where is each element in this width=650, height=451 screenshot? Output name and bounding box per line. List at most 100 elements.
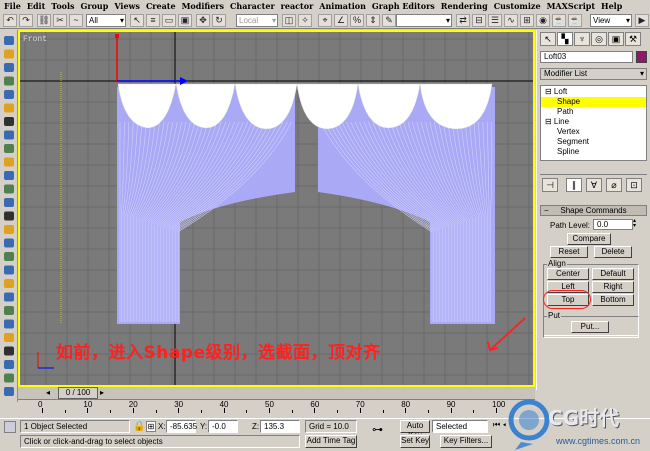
auto-key-button[interactable]: Auto Key bbox=[400, 420, 430, 440]
render-type-dropdown[interactable]: View bbox=[590, 14, 632, 27]
material-editor-icon[interactable]: ◉ bbox=[536, 14, 550, 27]
motion-tab-icon[interactable]: ◎ bbox=[591, 32, 607, 46]
path-level-input[interactable]: 0.0 bbox=[593, 219, 633, 230]
time-scrubber[interactable]: 0 / 100 bbox=[58, 387, 98, 399]
absolute-mode-icon[interactable]: ⊞ bbox=[146, 421, 156, 432]
left-tool-icon-20[interactable] bbox=[4, 306, 14, 315]
menu-rendering[interactable]: Rendering bbox=[441, 1, 488, 11]
menu-modifiers[interactable]: Modifiers bbox=[182, 1, 224, 11]
left-tool-icon-15[interactable] bbox=[4, 238, 14, 248]
track-bar[interactable]: 0 10 20 30 40 50 60 70 80 90 100 bbox=[18, 399, 535, 413]
select-rotate-icon[interactable]: ↻ bbox=[212, 14, 226, 27]
percent-snap-icon[interactable]: % bbox=[350, 14, 364, 27]
menu-maxscript[interactable]: MAXScript bbox=[547, 1, 595, 11]
object-color-swatch[interactable] bbox=[636, 51, 647, 63]
delete-button[interactable]: Delete bbox=[594, 246, 632, 258]
left-tool-icon-18[interactable] bbox=[4, 279, 14, 288]
link-icon[interactable]: ⛓ bbox=[37, 14, 51, 27]
align-bottom-button[interactable]: Bottom bbox=[592, 294, 634, 306]
stack-item-loft[interactable]: ⊟ Loft bbox=[541, 87, 646, 97]
remove-modifier-icon[interactable]: ⌀ bbox=[606, 178, 622, 192]
lock-selection-icon[interactable]: 🔒 bbox=[133, 421, 145, 432]
unlink-icon[interactable]: ✂ bbox=[53, 14, 67, 27]
quick-render-icon[interactable]: ☕ bbox=[568, 14, 582, 27]
next-frame-icon[interactable]: ▸ bbox=[100, 388, 104, 397]
left-tool-icon-1[interactable] bbox=[4, 49, 14, 59]
angle-snap-icon[interactable]: ∠ bbox=[334, 14, 348, 27]
compare-button[interactable]: Compare bbox=[567, 233, 611, 245]
utilities-tab-icon[interactable]: ⚒ bbox=[625, 32, 641, 46]
left-tool-icon-14[interactable] bbox=[4, 225, 14, 234]
reset-button[interactable]: Reset bbox=[550, 246, 588, 258]
pivot-center-icon[interactable]: ◫ bbox=[282, 14, 296, 27]
menu-graph-editors[interactable]: Graph Editors bbox=[372, 1, 435, 11]
layer-manager-icon[interactable]: ☰ bbox=[488, 14, 502, 27]
left-tool-icon-10[interactable] bbox=[4, 171, 14, 180]
menu-tools[interactable]: Tools bbox=[51, 1, 74, 11]
viewport-label[interactable]: Front bbox=[23, 35, 47, 44]
left-tool-icon-22[interactable] bbox=[4, 333, 14, 342]
left-tool-icon-24[interactable] bbox=[4, 360, 14, 369]
left-tool-icon-13[interactable] bbox=[4, 211, 14, 221]
select-by-name-icon[interactable]: ≡ bbox=[146, 14, 160, 27]
front-viewport[interactable]: Front 如前，进入Shape级别，选截面，顶对齐 bbox=[18, 30, 535, 387]
left-tool-icon-25[interactable] bbox=[4, 373, 14, 383]
left-tool-icon-16[interactable] bbox=[4, 252, 14, 261]
y-coordinate-field[interactable]: -0.0 bbox=[208, 420, 238, 433]
align-right-button[interactable]: Right bbox=[592, 281, 634, 293]
configure-sets-icon[interactable]: ⊡ bbox=[626, 178, 642, 192]
key-filters-button[interactable]: Key Filters... bbox=[440, 435, 492, 448]
hierarchy-tab-icon[interactable]: ♆ bbox=[574, 32, 590, 46]
modifier-list-dropdown[interactable]: Modifier List ▾ bbox=[540, 68, 647, 80]
left-tool-icon-7[interactable] bbox=[4, 130, 14, 140]
align-icon[interactable]: ⊟ bbox=[472, 14, 486, 27]
left-tool-icon-5[interactable] bbox=[4, 103, 14, 113]
left-tool-icon-26[interactable] bbox=[4, 387, 14, 396]
set-key-button[interactable]: Set Key bbox=[400, 435, 430, 448]
left-tool-icon-0[interactable] bbox=[4, 36, 14, 45]
align-default-button[interactable]: Default bbox=[592, 268, 634, 280]
go-to-start-icon[interactable]: ⏮ bbox=[493, 420, 500, 429]
left-tool-icon-4[interactable] bbox=[4, 90, 14, 99]
stack-item-line[interactable]: ⊟ Line bbox=[541, 117, 646, 127]
left-tool-icon-3[interactable] bbox=[4, 76, 14, 86]
menu-character[interactable]: Character bbox=[230, 1, 275, 11]
menu-reactor[interactable]: reactor bbox=[281, 1, 314, 11]
left-toolbar-icons[interactable] bbox=[0, 30, 18, 402]
rect-selection-icon[interactable]: ▭ bbox=[162, 14, 176, 27]
menu-animation[interactable]: Animation bbox=[319, 1, 366, 11]
rollout-header[interactable]: − Shape Commands bbox=[540, 205, 647, 216]
select-manipulate-icon[interactable]: ✧ bbox=[298, 14, 312, 27]
stack-item-spline[interactable]: Spline bbox=[541, 147, 646, 157]
left-tool-icon-9[interactable] bbox=[4, 157, 14, 167]
modify-tab-icon[interactable]: ▚ bbox=[557, 32, 573, 46]
select-move-icon[interactable]: ✥ bbox=[196, 14, 210, 27]
menu-edit[interactable]: Edit bbox=[27, 1, 45, 11]
menu-customize[interactable]: Customize bbox=[494, 1, 541, 11]
left-tool-icon-11[interactable] bbox=[4, 184, 14, 194]
redo-icon[interactable]: ↷ bbox=[19, 14, 33, 27]
maxscript-listener-icon[interactable] bbox=[4, 421, 16, 433]
left-tool-icon-17[interactable] bbox=[4, 265, 14, 275]
bind-space-warp-icon[interactable]: ~ bbox=[69, 14, 83, 27]
left-tool-icon-6[interactable] bbox=[4, 117, 14, 126]
left-tool-icon-2[interactable] bbox=[4, 63, 14, 72]
menu-help[interactable]: Help bbox=[601, 1, 622, 11]
add-time-tag-button[interactable]: Add Time Tag bbox=[305, 435, 357, 448]
left-tool-icon-21[interactable] bbox=[4, 319, 14, 329]
stack-item-shape[interactable]: Shape bbox=[541, 97, 646, 107]
menu-views[interactable]: Views bbox=[114, 1, 140, 11]
mirror-icon[interactable]: ⇄ bbox=[456, 14, 470, 27]
schematic-view-icon[interactable]: ⊞ bbox=[520, 14, 534, 27]
curve-editor-icon[interactable]: ∿ bbox=[504, 14, 518, 27]
viewport-canvas[interactable] bbox=[20, 32, 533, 385]
undo-icon[interactable]: ↶ bbox=[3, 14, 17, 27]
left-tool-icon-23[interactable] bbox=[4, 346, 14, 356]
named-selection-sets-dropdown[interactable] bbox=[396, 14, 452, 27]
menu-create[interactable]: Create bbox=[146, 1, 176, 11]
prev-frame-icon[interactable]: ◂ bbox=[46, 388, 50, 397]
spinner-snap-icon[interactable]: ⇕ bbox=[366, 14, 380, 27]
reference-coordinate-dropdown[interactable]: Local bbox=[236, 14, 278, 27]
stack-item-segment[interactable]: Segment bbox=[541, 137, 646, 147]
align-center-button[interactable]: Center bbox=[547, 268, 589, 280]
